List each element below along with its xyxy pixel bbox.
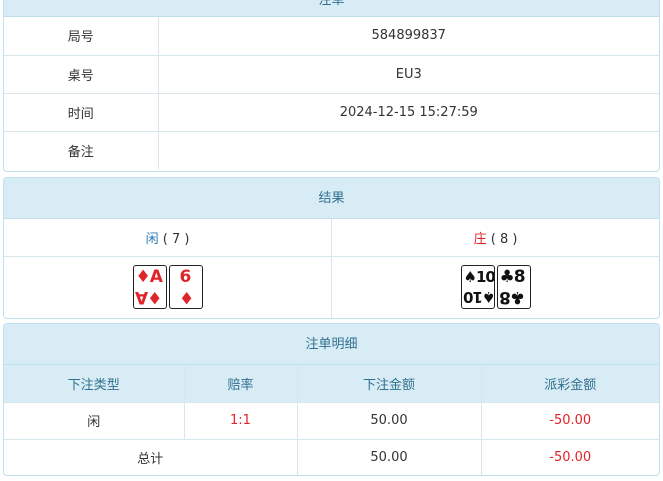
result-table: 闲 ( 7 ) 庄 ( 8 ) ♦A ♦A 6 ♦ ♠10 ♠10 ♣8 ♣8 [4, 219, 659, 318]
note-value [157, 130, 659, 169]
payout: -50.00 [480, 401, 659, 440]
banker-label: 庄 [473, 231, 487, 247]
order-row-note: 备注 [4, 130, 659, 169]
banker-cards: ♠10 ♠10 ♣8 ♣8 [460, 265, 531, 310]
order-row-round: 局号 584899837 [4, 17, 659, 56]
playing-card: ♠10 ♠10 [460, 265, 495, 310]
note-label: 备注 [4, 130, 159, 169]
player-cards-cell: ♦A ♦A 6 ♦ [4, 255, 332, 318]
order-row-table: 桌号 EU3 [4, 54, 659, 94]
result-panel-title: 结果 [4, 178, 659, 219]
total-label: 总计 [4, 438, 298, 475]
player-side: 闲 ( 7 ) [4, 219, 332, 257]
total-amount: 50.00 [296, 438, 482, 475]
round-value: 584899837 [157, 17, 659, 56]
col-odds: 赔率 [183, 365, 298, 403]
detail-header-row: 下注类型 赔率 下注金额 派彩金额 [4, 365, 659, 403]
bet-amount: 50.00 [296, 401, 482, 440]
result-card-row: ♦A ♦A 6 ♦ ♠10 ♠10 ♣8 ♣8 [4, 255, 659, 318]
order-row-time: 时间 2024-12-15 15:27:59 [4, 92, 659, 132]
bet-type: 闲 [4, 401, 185, 440]
col-payout: 派彩金额 [480, 365, 659, 403]
col-bet-amount: 下注金额 [296, 365, 482, 403]
playing-card: ♣8 ♣8 [496, 265, 531, 310]
order-panel: 注单 局号 584899837 桌号 EU3 时间 2024-12-15 15:… [3, 0, 660, 172]
player-label: 闲 [145, 231, 159, 247]
round-label: 局号 [4, 17, 159, 56]
table-value: EU3 [157, 54, 659, 94]
banker-side: 庄 ( 8 ) [331, 219, 659, 257]
order-panel-title: 注单 [4, 0, 659, 17]
bet-detail-table: 下注类型 赔率 下注金额 派彩金额 闲 1:1 50.00 -50.00 总计 … [4, 365, 659, 475]
col-bet-type: 下注类型 [4, 365, 185, 403]
total-row: 总计 50.00 -50.00 [4, 438, 659, 475]
bet-detail-panel: 注单明细 下注类型 赔率 下注金额 派彩金额 闲 1:1 50.00 -50.0… [3, 323, 660, 476]
time-value: 2024-12-15 15:27:59 [157, 92, 659, 132]
odds: 1:1 [183, 401, 298, 440]
bet-detail-title: 注单明细 [4, 324, 659, 365]
time-label: 时间 [4, 92, 159, 132]
banker-score: ( 8 ) [490, 231, 518, 247]
result-side-row: 闲 ( 7 ) 庄 ( 8 ) [4, 219, 659, 257]
total-payout: -50.00 [480, 438, 659, 475]
order-info-table: 局号 584899837 桌号 EU3 时间 2024-12-15 15:27:… [4, 17, 659, 169]
player-cards: ♦A ♦A 6 ♦ [132, 265, 203, 310]
result-panel: 结果 闲 ( 7 ) 庄 ( 8 ) ♦A ♦A 6 ♦ ♠10 ♠10 ♣8 … [3, 177, 660, 319]
table-label: 桌号 [4, 54, 159, 94]
playing-card: ♦A ♦A [132, 265, 167, 310]
playing-card: 6 ♦ [168, 265, 203, 310]
banker-cards-cell: ♠10 ♠10 ♣8 ♣8 [331, 255, 659, 318]
player-score: ( 7 ) [162, 231, 190, 247]
table-row: 闲 1:1 50.00 -50.00 [4, 401, 659, 440]
